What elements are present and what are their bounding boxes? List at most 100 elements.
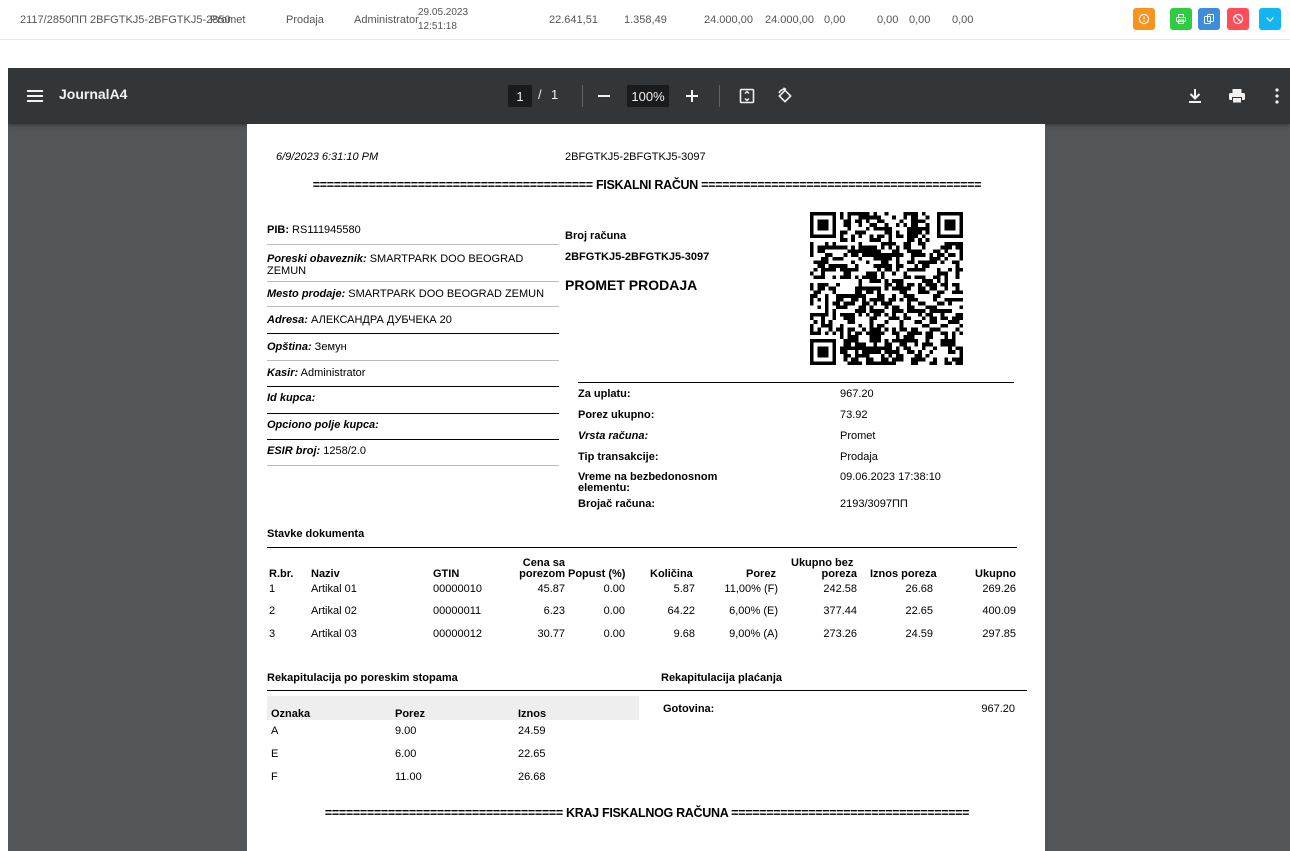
items-cell: 242.58 (823, 583, 857, 595)
toolbar-divider (582, 85, 583, 107)
col-header: Popust (%) (568, 568, 626, 580)
header-receipt-id: 2BFGTKJ5-2BFGTKJ5-3097 (565, 151, 706, 163)
page-number-input[interactable]: 1 (508, 85, 532, 107)
taxpayer-field-cont: ZEMUN (267, 265, 307, 277)
items-cell: 9,00% (A) (729, 628, 778, 640)
tax-recap-cell: F (271, 771, 278, 783)
tax-recap-cell: 26.68 (518, 771, 546, 783)
print-button[interactable] (1170, 8, 1192, 30)
items-cell: 5.87 (673, 583, 695, 595)
summary-value: 2193/3097ПП (840, 498, 908, 510)
amount-cell: 0,00 (952, 14, 974, 26)
buyer-optional-field: Opciono polje kupca: (267, 419, 379, 431)
summary-value: Prodaja (840, 451, 878, 463)
zoom-in-button[interactable] (681, 85, 703, 107)
summary-label: Vrsta računa: (578, 430, 649, 442)
summary-label: Tip transakcije: (578, 451, 659, 463)
cashier-field: Kasir: Administrator (267, 367, 366, 379)
receipt-number-value: 2BFGTKJ5-2BFGTKJ5-3097 (565, 251, 710, 263)
receipt-title-line: ========================================… (312, 178, 982, 192)
sale-place-field: Mesto prodaje: SMARTPARK DOO BEOGRAD ZEM… (267, 288, 545, 300)
items-cell: 00000011 (433, 605, 482, 617)
summary-value: 967.20 (840, 388, 874, 400)
items-cell: 9.68 (673, 628, 695, 640)
items-cell: 273.26 (823, 628, 857, 640)
receipt-date: 29.05.2023 (418, 7, 469, 18)
menu-button[interactable] (24, 85, 46, 107)
items-cell: 6,00% (E) (729, 605, 778, 617)
receipt-list-row[interactable]: 2117/2850ПП 2BFGTKJ5-2BFGTKJ5-2850 Prome… (0, 0, 1290, 40)
tax-recap-cell: 22.65 (518, 748, 546, 760)
tax-recap-cell: E (271, 748, 279, 760)
items-cell: 3 (269, 628, 276, 640)
promet-title: PROMET PRODAJA (565, 277, 698, 293)
items-title: Stavke dokumenta (267, 528, 365, 540)
tax-recap-cell: 11.00 (395, 771, 422, 783)
zoom-out-button[interactable] (593, 85, 615, 107)
items-cell: Artikal 02 (311, 605, 357, 617)
tax-recap-cell: 24.59 (518, 725, 546, 737)
items-cell: 45.87 (537, 583, 565, 595)
items-cell: 11,00% (F) (724, 583, 778, 595)
printed-at: 6/9/2023 6:31:10 PM (276, 151, 379, 163)
qr-code (810, 212, 963, 365)
page-separator: / (538, 87, 542, 102)
summary-value: 73.92 (840, 409, 868, 421)
buyer-id-field: Id kupca: (267, 392, 316, 404)
amount-cell: 24.000,00 (704, 14, 753, 26)
minus-icon (598, 95, 610, 97)
items-cell: 297.85 (982, 628, 1016, 640)
document-title: JournalA4 (59, 86, 128, 102)
info-button[interactable] (1133, 8, 1155, 30)
pdf-viewer: JournalA4 1 / 1 100% 6/9/2023 6:31:10 PM… (8, 68, 1290, 851)
chevron-down-icon (1266, 17, 1274, 22)
col-header: Naziv (311, 568, 340, 580)
menu-icon (27, 90, 43, 102)
receipt-time: 12:51:18 (418, 21, 457, 32)
items-cell: 1 (269, 583, 276, 595)
fit-page-icon (739, 88, 755, 104)
summary-value: Promet (840, 430, 876, 442)
print-pdf-button[interactable] (1225, 84, 1249, 108)
receipt-end-line: ================================== KRAJ … (324, 806, 970, 820)
tax-col-header: Oznaka (271, 708, 311, 720)
items-cell: 00000010 (433, 583, 482, 595)
amount-cell: 22.641,51 (549, 14, 598, 26)
pdf-page: 6/9/2023 6:31:10 PM 2BFGTKJ5-2BFGTKJ5-30… (247, 124, 1045, 851)
cashier: Administrator (354, 14, 419, 26)
col-header: porezom (519, 568, 565, 580)
download-button[interactable] (1184, 85, 1206, 107)
summary-label: Za uplatu: (578, 388, 631, 400)
items-cell: 400.09 (982, 605, 1016, 617)
download-icon (1189, 89, 1201, 103)
more-options-button[interactable] (1270, 85, 1284, 107)
amount-cell: 0,00 (824, 14, 846, 26)
tax-recap-header-row (267, 696, 639, 720)
cancel-button[interactable] (1227, 8, 1249, 30)
fit-page-button[interactable] (736, 85, 758, 107)
page-total: 1 (551, 87, 559, 102)
col-header: Iznos poreza (870, 568, 937, 580)
col-header: poreza (821, 568, 857, 580)
summary-label: elementu: (578, 482, 630, 494)
items-cell: 26.68 (905, 583, 933, 595)
expand-button[interactable] (1259, 8, 1281, 30)
print-icon (1229, 89, 1245, 104)
items-cell: 00000012 (433, 628, 482, 640)
items-cell: 0.00 (603, 583, 625, 595)
items-cell: Artikal 01 (311, 583, 357, 595)
tax-recap-cell: 9.00 (395, 725, 417, 737)
rotate-button[interactable] (773, 84, 797, 108)
print-icon (1176, 14, 1186, 24)
items-cell: 377.44 (823, 605, 857, 617)
items-cell: 2 (269, 605, 276, 617)
zoom-input[interactable]: 100% (627, 85, 669, 107)
amount-cell: 1.358,49 (624, 14, 667, 26)
payment-label: Gotovina: (663, 703, 715, 715)
amount-cell: 0,00 (877, 14, 899, 26)
invoice-type: Promet (210, 14, 246, 26)
pdf-toolbar: JournalA4 1 / 1 100% (8, 68, 1290, 124)
col-header: R.br. (269, 568, 294, 580)
copy-button[interactable] (1198, 8, 1220, 30)
items-cell: 6.23 (543, 605, 565, 617)
